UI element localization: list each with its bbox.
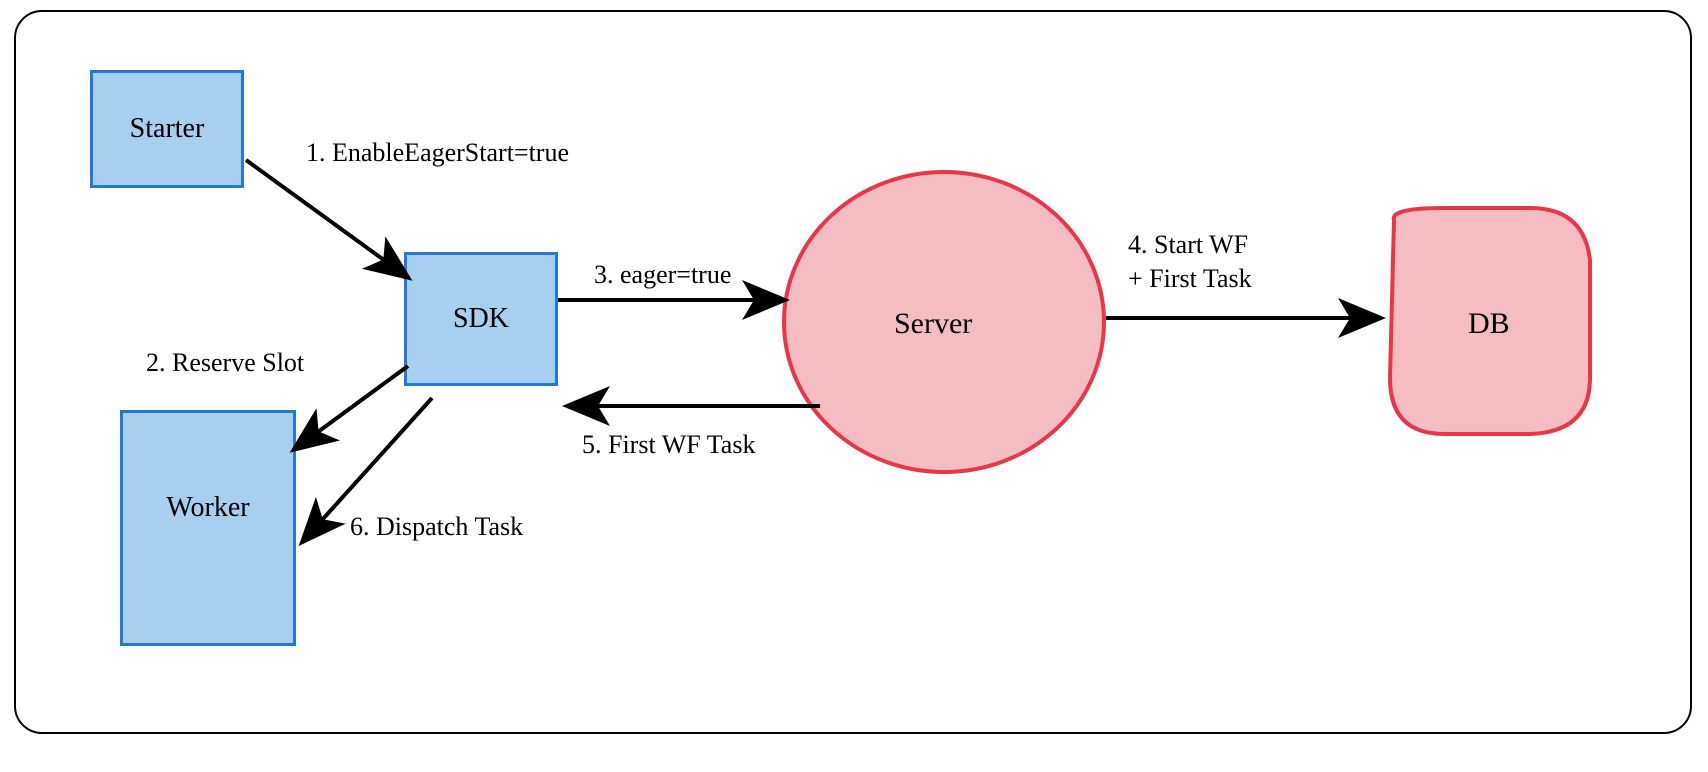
edge-label-5: 5. First WF Task: [582, 428, 755, 462]
node-starter-label: Starter: [130, 113, 205, 145]
edge-label-3: 3. eager=true: [594, 258, 731, 292]
node-worker: Worker: [120, 410, 296, 646]
node-db-label: DB: [1468, 304, 1510, 343]
node-sdk-label: SDK: [453, 303, 509, 335]
node-starter: Starter: [90, 70, 244, 188]
edge-label-6: 6. Dispatch Task: [350, 510, 523, 544]
edge-label-4: 4. Start WF + First Task: [1128, 228, 1252, 296]
diagram-stage: Starter SDK Worker Server DB 1.: [14, 10, 1692, 734]
node-server-label: Server: [894, 304, 972, 343]
node-worker-label: Worker: [166, 492, 249, 524]
edge-label-1: 1. EnableEagerStart=true: [306, 136, 569, 170]
node-sdk: SDK: [404, 252, 558, 386]
edge-label-2: 2. Reserve Slot: [146, 346, 304, 380]
